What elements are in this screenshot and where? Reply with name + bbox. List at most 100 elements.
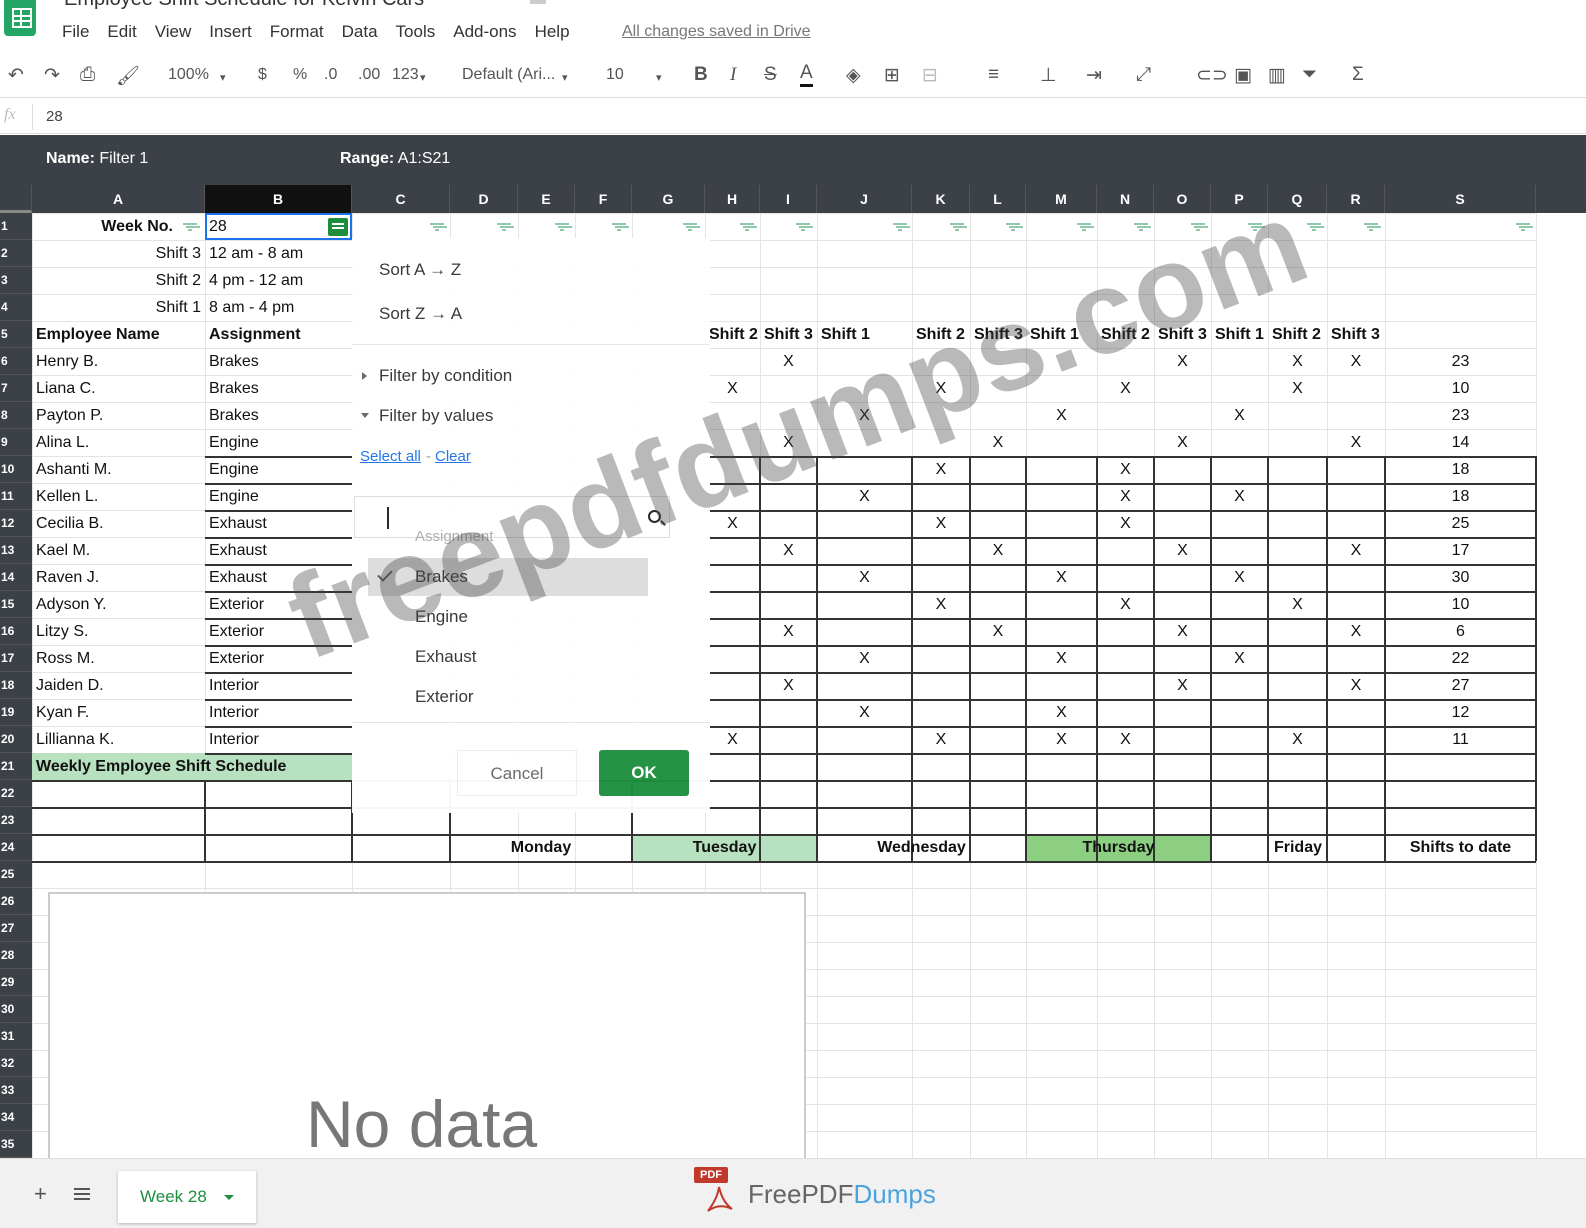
- row-header-5[interactable]: 5: [0, 321, 32, 348]
- row-header-16[interactable]: 16: [0, 618, 32, 645]
- paint-format-icon[interactable]: 🖌: [116, 64, 140, 88]
- employee-name-cell[interactable]: Cecilia B.: [36, 510, 104, 537]
- row-header-19[interactable]: 19: [0, 699, 32, 726]
- menu-help[interactable]: Help: [535, 22, 570, 42]
- shift-mark-cell[interactable]: X: [705, 375, 760, 402]
- assignment-cell[interactable]: Exhaust: [209, 510, 267, 537]
- row-header-23[interactable]: 23: [0, 807, 32, 834]
- assignment-cell[interactable]: Exterior: [209, 618, 264, 645]
- all-sheets-icon[interactable]: [74, 1188, 90, 1200]
- column-header-f[interactable]: F: [575, 185, 632, 213]
- shift-mark-cell[interactable]: X: [1026, 645, 1097, 672]
- select-all-corner[interactable]: [0, 185, 32, 213]
- shift-mark-cell[interactable]: X: [1097, 510, 1154, 537]
- row-header-27[interactable]: 27: [0, 915, 32, 942]
- shifts-total-cell[interactable]: 11: [1385, 726, 1536, 753]
- font-size-select[interactable]: 10: [606, 66, 624, 84]
- horizontal-align-icon[interactable]: ≡: [988, 64, 999, 86]
- shift-mark-cell[interactable]: X: [912, 726, 970, 753]
- shift-mark-cell[interactable]: X: [912, 591, 970, 618]
- assignment-cell[interactable]: Engine: [209, 456, 259, 483]
- employee-name-cell[interactable]: Henry B.: [36, 348, 98, 375]
- shifts-total-cell[interactable]: 27: [1385, 672, 1536, 699]
- row-header-6[interactable]: 6: [0, 348, 32, 375]
- shifts-total-cell[interactable]: 22: [1385, 645, 1536, 672]
- column-header-r[interactable]: R: [1327, 185, 1385, 213]
- filter-value-exterior[interactable]: Exterior: [368, 678, 648, 716]
- row-header-12[interactable]: 12: [0, 510, 32, 537]
- shift-mark-cell[interactable]: X: [1026, 699, 1097, 726]
- shifts-total-cell[interactable]: 18: [1385, 456, 1536, 483]
- fill-color-icon[interactable]: ◈: [846, 64, 861, 87]
- shift-mark-cell[interactable]: X: [760, 429, 817, 456]
- row-header-26[interactable]: 26: [0, 888, 32, 915]
- row-header-4[interactable]: 4: [0, 294, 32, 321]
- zoom-select[interactable]: 100%: [168, 66, 209, 84]
- shift-mark-cell[interactable]: X: [970, 537, 1026, 564]
- row-header-22[interactable]: 22: [0, 780, 32, 807]
- assignment-cell[interactable]: Brakes: [209, 402, 259, 429]
- filter-value-brakes[interactable]: Brakes: [368, 558, 648, 596]
- row-header-21[interactable]: 21: [0, 753, 32, 780]
- values-search-input[interactable]: [354, 496, 670, 538]
- column-filter-icon[interactable]: [950, 223, 964, 232]
- column-header-g[interactable]: G: [632, 185, 705, 213]
- shift-mark-cell[interactable]: X: [1097, 483, 1154, 510]
- menu-view[interactable]: View: [155, 22, 192, 42]
- column-filter-icon[interactable]: [1191, 223, 1205, 232]
- row-header-20[interactable]: 20: [0, 726, 32, 753]
- column-header-l[interactable]: L: [970, 185, 1026, 213]
- filter-icon[interactable]: ⏷: [1302, 64, 1317, 86]
- filter-name[interactable]: Name: Filter 1: [46, 150, 148, 168]
- shift-mark-cell[interactable]: X: [912, 510, 970, 537]
- shift-mark-cell[interactable]: X: [1327, 618, 1385, 645]
- insert-link-icon[interactable]: ⊂⊃: [1196, 64, 1228, 87]
- assignment-cell[interactable]: Exterior: [209, 645, 264, 672]
- column-filter-icon[interactable]: [555, 223, 569, 232]
- filter-range-value[interactable]: A1:S21: [398, 150, 450, 167]
- shift-mark-cell[interactable]: X: [760, 348, 817, 375]
- chart[interactable]: No data: [48, 892, 806, 1172]
- currency-format-button[interactable]: $: [258, 66, 267, 84]
- row-header-32[interactable]: 32: [0, 1050, 32, 1077]
- shift-mark-cell[interactable]: X: [817, 564, 912, 591]
- column-filter-icon[interactable]: [183, 223, 197, 232]
- row-header-3[interactable]: 3: [0, 267, 32, 294]
- shift-mark-cell[interactable]: X: [817, 402, 912, 429]
- column-filter-icon[interactable]: [1364, 223, 1378, 232]
- shifts-total-cell[interactable]: 30: [1385, 564, 1536, 591]
- column-header-o[interactable]: O: [1154, 185, 1211, 213]
- formula-input[interactable]: 28: [46, 108, 63, 125]
- column-filter-icon[interactable]: [1077, 223, 1091, 232]
- shift-mark-cell[interactable]: X: [1154, 348, 1211, 375]
- shift-mark-cell[interactable]: X: [1211, 483, 1268, 510]
- row-header-35[interactable]: 35: [0, 1131, 32, 1158]
- functions-button[interactable]: Σ: [1352, 64, 1364, 86]
- column-filter-icon[interactable]: [497, 223, 511, 232]
- strikethrough-button[interactable]: S: [764, 64, 777, 86]
- shifts-total-cell[interactable]: 10: [1385, 591, 1536, 618]
- row-header-29[interactable]: 29: [0, 969, 32, 996]
- row-header-28[interactable]: 28: [0, 942, 32, 969]
- expand-right-icon[interactable]: [362, 372, 367, 380]
- collapse-down-icon[interactable]: [361, 413, 369, 418]
- sheets-logo-icon[interactable]: [4, 0, 36, 36]
- font-family-select[interactable]: Default (Ari...: [462, 66, 555, 84]
- column-header-j[interactable]: J: [817, 185, 912, 213]
- row-header-34[interactable]: 34: [0, 1104, 32, 1131]
- column-filter-icon[interactable]: [796, 223, 810, 232]
- column-filter-icon[interactable]: [1006, 223, 1020, 232]
- employee-name-cell[interactable]: Lillianna K.: [36, 726, 114, 753]
- shifts-total-cell[interactable]: 14: [1385, 429, 1536, 456]
- row-header-1[interactable]: 1: [0, 213, 32, 240]
- row-header-24[interactable]: 24: [0, 834, 32, 861]
- font-dropdown-icon[interactable]: ▾: [562, 71, 568, 84]
- row-header-8[interactable]: 8: [0, 402, 32, 429]
- shift-mark-cell[interactable]: X: [705, 510, 760, 537]
- shift-mark-cell[interactable]: X: [1268, 591, 1327, 618]
- assignment-cell[interactable]: Exhaust: [209, 564, 267, 591]
- shift-mark-cell[interactable]: X: [1154, 429, 1211, 456]
- shift-mark-cell[interactable]: X: [1268, 348, 1327, 375]
- borders-icon[interactable]: ⊞: [884, 64, 900, 87]
- row-header-13[interactable]: 13: [0, 537, 32, 564]
